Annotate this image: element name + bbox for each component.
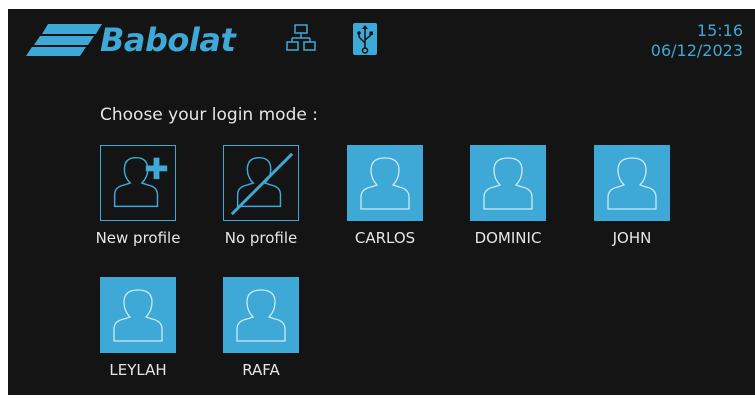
profile-tile-john[interactable]: JOHN bbox=[561, 145, 691, 255]
user-icon bbox=[607, 157, 657, 210]
profile-label: JOHN bbox=[612, 229, 652, 247]
clock: 15:16 06/12/2023 bbox=[651, 21, 743, 61]
brand-name: Babolat bbox=[100, 21, 236, 59]
user-icon bbox=[113, 289, 163, 342]
babolat-logo-mark bbox=[26, 24, 102, 56]
profile-tile-new[interactable]: New profile bbox=[67, 145, 197, 255]
profile-label: CARLOS bbox=[354, 229, 416, 247]
new-profile-button[interactable] bbox=[100, 145, 176, 221]
user-icon bbox=[236, 289, 286, 342]
leylah-profile-button[interactable] bbox=[100, 277, 176, 353]
profile-label: RAFA bbox=[242, 361, 280, 379]
profile-tile-rafa[interactable]: RAFA bbox=[190, 277, 320, 387]
clock-date: 06/12/2023 bbox=[650, 41, 743, 60]
user-icon bbox=[360, 157, 410, 210]
network-icon bbox=[286, 24, 316, 51]
add-user-icon bbox=[113, 156, 168, 208]
login-mode-prompt: Choose your login mode : bbox=[100, 105, 318, 125]
john-profile-button[interactable] bbox=[594, 145, 670, 221]
profile-label: New profile bbox=[95, 229, 181, 247]
profile-tile-leylah[interactable]: LEYLAH bbox=[67, 277, 197, 387]
babolat-logo: Babolat bbox=[26, 22, 272, 58]
profile-label: No profile bbox=[224, 229, 298, 247]
no-user-icon bbox=[230, 152, 294, 216]
usb-icon bbox=[353, 23, 377, 55]
profile-tile-dominic[interactable]: DOMINIC bbox=[437, 145, 567, 255]
dominic-profile-button[interactable] bbox=[470, 145, 546, 221]
clock-time: 15:16 bbox=[696, 21, 743, 40]
profile-tile-none[interactable]: No profile bbox=[190, 145, 320, 255]
profile-label: LEYLAH bbox=[109, 361, 167, 379]
rafa-profile-button[interactable] bbox=[223, 277, 299, 353]
carlos-profile-button[interactable] bbox=[347, 145, 423, 221]
user-icon bbox=[483, 157, 533, 210]
login-screen: Babolat 15:16 06/12/2023 Choose your log… bbox=[8, 9, 755, 395]
profile-label: DOMINIC bbox=[474, 229, 542, 247]
profile-tile-carlos[interactable]: CARLOS bbox=[314, 145, 444, 255]
no-profile-button[interactable] bbox=[223, 145, 299, 221]
